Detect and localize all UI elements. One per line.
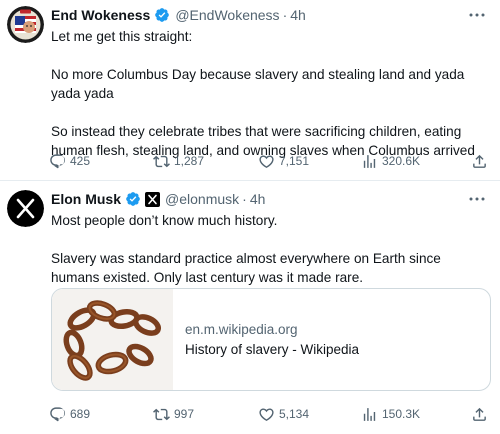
verified-icon[interactable] bbox=[154, 7, 170, 23]
like-button[interactable]: 7,151 bbox=[258, 152, 309, 170]
more-icon[interactable] bbox=[468, 7, 486, 23]
views-icon bbox=[361, 153, 378, 170]
tweet-text: Let me get this straight: No more Columb… bbox=[51, 27, 491, 160]
tweet-paragraph: Most people don’t know much history. bbox=[51, 213, 278, 228]
share-icon bbox=[471, 153, 488, 170]
tweet-header: End Wokeness @EndWokeness · 4h bbox=[51, 6, 306, 24]
action-bar: 425 1,287 7,151 320.6K bbox=[47, 152, 492, 170]
retweet-count: 997 bbox=[174, 407, 195, 421]
link-card-body[interactable]: en.m.wikipedia.org History of slavery - … bbox=[173, 289, 359, 390]
share-button[interactable] bbox=[471, 405, 488, 423]
tweet-header: Elon Musk @elonmusk · 4h bbox=[51, 190, 265, 208]
views-button[interactable]: 150.3K bbox=[361, 405, 420, 423]
reply-count: 689 bbox=[70, 407, 91, 421]
reply-icon bbox=[49, 153, 66, 170]
link-card-domain[interactable]: en.m.wikipedia.org bbox=[185, 322, 359, 337]
separator: · bbox=[242, 191, 247, 207]
action-bar: 689 997 5,134 150.3K bbox=[47, 405, 492, 423]
reply-count: 425 bbox=[70, 154, 91, 168]
reply-button[interactable]: 425 bbox=[49, 152, 90, 170]
like-count: 7,151 bbox=[279, 154, 310, 168]
link-card[interactable]: en.m.wikipedia.org History of slavery - … bbox=[51, 288, 491, 391]
tweet-paragraph: Let me get this straight: bbox=[51, 29, 193, 44]
retweet-icon bbox=[153, 406, 170, 423]
views-icon bbox=[361, 406, 378, 423]
tweet-divider bbox=[0, 180, 500, 181]
share-icon bbox=[471, 406, 488, 423]
views-count: 320.6K bbox=[382, 154, 421, 168]
share-button[interactable] bbox=[471, 152, 488, 170]
author-handle[interactable]: @elonmusk bbox=[165, 191, 239, 207]
like-count: 5,134 bbox=[279, 407, 310, 421]
retweet-button[interactable]: 1,287 bbox=[153, 152, 204, 170]
author-name[interactable]: Elon Musk bbox=[51, 191, 121, 207]
timestamp[interactable]: 4h bbox=[250, 191, 266, 207]
avatar[interactable] bbox=[7, 6, 44, 43]
tweet-end-wokeness[interactable]: End Wokeness @EndWokeness · 4h Let me ge… bbox=[0, 0, 500, 180]
tweet-paragraph: Slavery was standard practice almost eve… bbox=[51, 251, 441, 285]
reply-button[interactable]: 689 bbox=[49, 405, 90, 423]
like-icon bbox=[258, 406, 275, 423]
tweet-paragraph: No more Columbus Day because slavery and… bbox=[51, 67, 465, 101]
retweet-icon bbox=[153, 153, 170, 170]
more-icon[interactable] bbox=[468, 191, 486, 207]
like-button[interactable]: 5,134 bbox=[258, 405, 309, 423]
verified-icon[interactable] bbox=[125, 191, 141, 207]
views-count: 150.3K bbox=[382, 407, 421, 421]
link-card-thumbnail[interactable] bbox=[52, 289, 173, 390]
retweet-button[interactable]: 997 bbox=[153, 405, 194, 423]
author-handle[interactable]: @EndWokeness bbox=[175, 7, 279, 23]
views-button[interactable]: 320.6K bbox=[361, 152, 420, 170]
author-name[interactable]: End Wokeness bbox=[51, 7, 150, 23]
reply-icon bbox=[49, 406, 66, 423]
retweet-count: 1,287 bbox=[174, 154, 205, 168]
tweet-elon-musk[interactable]: Elon Musk @elonmusk · 4h Most people don… bbox=[0, 182, 500, 434]
separator: · bbox=[282, 7, 288, 23]
tweet-text: Most people don’t know much history. Sla… bbox=[51, 211, 491, 287]
link-card-title[interactable]: History of slavery - Wikipedia bbox=[185, 342, 359, 357]
avatar[interactable] bbox=[7, 190, 44, 227]
x-logo-icon[interactable] bbox=[145, 191, 161, 207]
like-icon bbox=[258, 153, 275, 170]
timestamp[interactable]: 4h bbox=[290, 7, 306, 23]
